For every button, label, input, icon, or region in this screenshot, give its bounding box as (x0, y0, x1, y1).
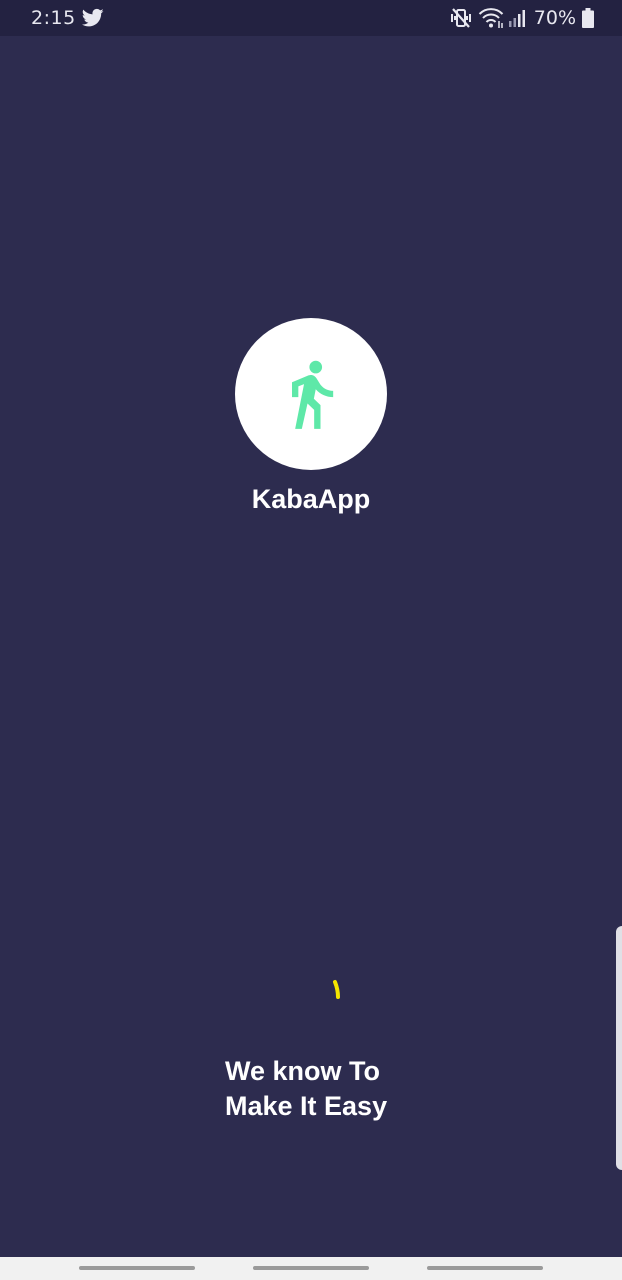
navigation-bar (0, 1257, 622, 1280)
app-name: KabaApp (251, 484, 371, 514)
signal-icon (508, 10, 525, 27)
status-icons: 70% (450, 6, 594, 30)
twitter-icon (82, 8, 104, 27)
tagline-line-2: Make It Easy (225, 1091, 388, 1121)
edge-panel-handle[interactable] (616, 926, 622, 1170)
status-bar: 2:15 70% (0, 0, 622, 36)
app-logo (235, 318, 387, 470)
wifi-icon (478, 8, 503, 28)
back-button[interactable] (427, 1266, 543, 1270)
recent-apps-button[interactable] (79, 1266, 195, 1270)
loading-indicator (333, 980, 340, 999)
battery-level: 70% (533, 7, 576, 29)
status-time: 2:15 (31, 7, 76, 29)
tagline-line-1: We know To (225, 1056, 380, 1086)
battery-icon (582, 8, 594, 28)
mute-vibrate-icon (450, 8, 471, 28)
walking-person-icon (292, 360, 334, 429)
tagline: We know To Make It Easy (225, 1054, 387, 1124)
home-button[interactable] (253, 1266, 369, 1270)
